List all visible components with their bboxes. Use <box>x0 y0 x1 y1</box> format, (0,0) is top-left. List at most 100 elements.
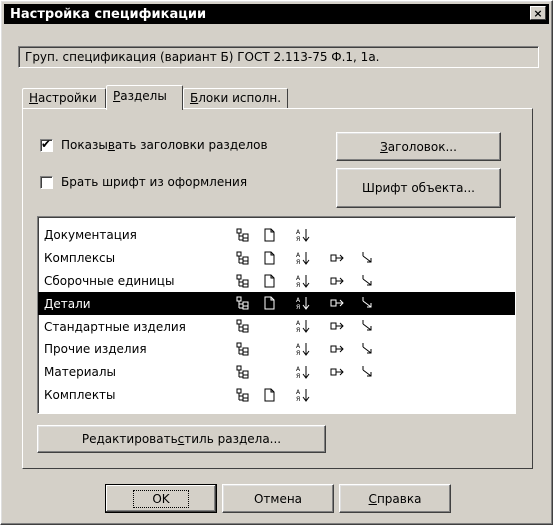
svg-text:A: A <box>296 229 301 236</box>
edit-style-pre: Редактировать <box>81 432 178 446</box>
tab-sections[interactable]: Разделы <box>106 85 183 110</box>
cancel-button[interactable]: Отмена <box>222 484 334 513</box>
checkbox-box[interactable] <box>40 175 53 189</box>
spec-style-field[interactable]: Груп. спецификация (вариант Б) ГОСТ 2.11… <box>18 46 539 68</box>
section-name: Комплекты <box>44 387 116 402</box>
edit-style-accel: с <box>177 432 185 446</box>
font-from-design-label: Брать шрифт из оформления <box>61 175 248 189</box>
insert-icon[interactable] <box>330 342 344 356</box>
header-button[interactable]: Заголовок... <box>336 132 501 161</box>
insert-icon[interactable] <box>330 251 344 265</box>
svg-text:A: A <box>296 389 301 396</box>
svg-text:A: A <box>296 297 301 304</box>
arrow-icon[interactable] <box>360 365 374 379</box>
sections-rows: Документация A Я Комплексы A Я Сборочные едини… <box>38 224 515 406</box>
edit-style-post: тиль раздела... <box>184 432 282 446</box>
edit-section-style-button[interactable]: Редактировать с тиль раздела... <box>37 425 326 453</box>
section-row[interactable]: Документация A Я <box>38 224 515 247</box>
page-icon[interactable] <box>262 251 276 265</box>
arrow-icon[interactable] <box>360 251 374 265</box>
ok-button[interactable]: OK <box>105 484 217 513</box>
svg-text:Я: Я <box>296 373 300 379</box>
svg-text:Я: Я <box>296 236 300 242</box>
tree-icon[interactable] <box>236 228 250 242</box>
cancel-button-label: Отмена <box>253 491 303 506</box>
page-icon[interactable] <box>262 296 276 310</box>
sort-icon[interactable]: AЯ <box>296 274 310 288</box>
header-button-post: аголовок... <box>387 139 457 154</box>
show-headers-checkbox[interactable]: ✔ Показы в ать заголовки разделов <box>40 136 268 152</box>
insert-icon[interactable] <box>330 274 344 288</box>
dialog-window: Настройка спецификации × Груп. специфика… <box>0 0 553 525</box>
object-font-button[interactable]: Шрифт объекта... <box>336 168 501 208</box>
svg-text:A: A <box>296 275 301 282</box>
arrow-icon[interactable] <box>360 296 374 310</box>
svg-text:Я: Я <box>296 304 300 310</box>
section-name: Детали <box>44 296 91 311</box>
svg-text:Я: Я <box>296 350 300 356</box>
insert-icon[interactable] <box>330 365 344 379</box>
svg-text:A: A <box>296 343 301 350</box>
sections-list[interactable]: Документация A Я Комплексы A Я Сборочные едини… <box>37 216 516 414</box>
arrow-icon[interactable] <box>360 342 374 356</box>
check-icon: ✔ <box>41 136 52 151</box>
tree-icon[interactable] <box>236 365 250 379</box>
tab-settings[interactable]: Настройки <box>22 88 106 108</box>
tree-icon[interactable] <box>236 251 250 265</box>
section-name: Сборочные единицы <box>44 273 175 288</box>
insert-icon[interactable] <box>330 319 344 333</box>
section-row[interactable]: Детали A Я <box>38 292 515 316</box>
object-font-button-label: Шрифт объекта... <box>362 181 475 195</box>
help-button-post: правка <box>376 491 422 506</box>
section-row[interactable]: Стандартные изделия A Я <box>38 315 515 338</box>
section-row[interactable]: Материалы A Я <box>38 361 515 384</box>
tab-settings-label-post: астройки <box>38 91 97 105</box>
svg-text:Я: Я <box>296 327 300 333</box>
tab-blocks-label-post: локи исполн. <box>198 91 282 105</box>
insert-icon[interactable] <box>330 296 344 310</box>
section-row[interactable]: Комплексы A Я <box>38 247 515 270</box>
tab-settings-accel: Н <box>29 91 39 105</box>
show-headers-accel: в <box>107 138 115 152</box>
svg-text:Я: Я <box>296 396 300 402</box>
tab-blocks-accel: Б <box>190 91 199 105</box>
sort-icon[interactable]: AЯ <box>296 319 310 333</box>
font-from-design-checkbox[interactable]: Брать шрифт из оформления <box>40 175 247 189</box>
sort-icon[interactable]: AЯ <box>296 388 310 402</box>
tab-execution-blocks[interactable]: Блоки исполн. <box>183 88 288 108</box>
ok-button-label: OK <box>133 489 189 508</box>
svg-text:A: A <box>296 366 301 373</box>
svg-text:A: A <box>296 252 301 259</box>
sort-icon[interactable]: AЯ <box>296 342 310 356</box>
section-row[interactable]: Сборочные единицы A Я <box>38 270 515 293</box>
section-row[interactable]: Комплекты A Я <box>38 384 515 407</box>
tree-icon[interactable] <box>236 342 250 356</box>
svg-text:A: A <box>296 320 301 327</box>
window-title: Настройка спецификации <box>10 6 207 22</box>
arrow-icon[interactable] <box>360 319 374 333</box>
show-headers-label-pre: Показы <box>61 138 108 152</box>
sort-icon[interactable]: AЯ <box>296 296 310 310</box>
help-button[interactable]: Справка <box>339 484 451 513</box>
sort-icon[interactable]: AЯ <box>296 365 310 379</box>
tree-icon[interactable] <box>236 274 250 288</box>
svg-text:Я: Я <box>296 282 300 288</box>
page-icon[interactable] <box>262 388 276 402</box>
checkbox-box[interactable]: ✔ <box>40 136 53 152</box>
help-button-accel: С <box>368 491 377 506</box>
page-icon[interactable] <box>262 274 276 288</box>
arrow-icon[interactable] <box>360 274 374 288</box>
tree-icon[interactable] <box>236 388 250 402</box>
tree-icon[interactable] <box>236 319 250 333</box>
close-icon: × <box>533 7 543 20</box>
title-bar[interactable]: Настройка спецификации × <box>4 4 549 24</box>
sort-icon[interactable]: AЯ <box>296 228 310 242</box>
page-icon[interactable] <box>262 228 276 242</box>
section-name: Документация <box>44 228 137 243</box>
section-name: Прочие изделия <box>44 342 147 357</box>
section-name: Материалы <box>44 365 116 380</box>
sort-icon[interactable]: AЯ <box>296 251 310 265</box>
section-row[interactable]: Прочие изделия A Я <box>38 338 515 361</box>
close-button[interactable]: × <box>530 6 546 20</box>
tree-icon[interactable] <box>236 296 250 310</box>
